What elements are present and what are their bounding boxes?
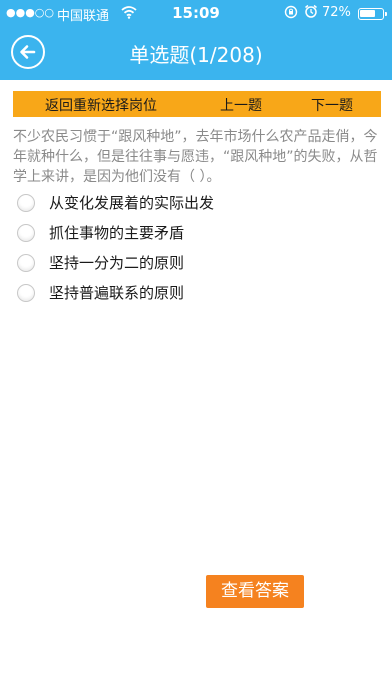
battery-level	[360, 10, 375, 17]
option-b[interactable]: 抓住事物的主要矛盾	[17, 221, 377, 245]
radio-button[interactable]	[17, 254, 35, 272]
radio-button[interactable]	[17, 194, 35, 212]
view-answer-button[interactable]: 查看答案	[206, 575, 304, 608]
reselect-position-button[interactable]: 返回重新选择岗位	[45, 95, 157, 115]
option-label: 从变化发展着的实际出发	[49, 194, 215, 212]
nav-bar: 单选题(1/208)	[0, 28, 392, 80]
radio-button[interactable]	[17, 284, 35, 302]
option-label: 坚持一分为二的原则	[49, 254, 185, 272]
question-text: 不少农民习惯于“跟风种地”，去年市场什么农产品走俏，今年就种什么，但是往往事与愿…	[13, 129, 378, 185]
option-a[interactable]: 从变化发展着的实际出发	[17, 191, 377, 215]
rotation-lock-icon	[284, 5, 298, 22]
battery-percent: 72%	[322, 5, 351, 20]
alarm-icon	[304, 4, 318, 23]
option-c[interactable]: 坚持一分为二的原则	[17, 251, 377, 275]
radio-button[interactable]	[17, 224, 35, 242]
option-d[interactable]: 坚持普遍联系的原则	[17, 281, 377, 305]
battery-icon	[358, 8, 387, 20]
option-label: 抓住事物的主要矛盾	[49, 224, 185, 242]
next-question-button[interactable]: 下一题	[311, 95, 353, 115]
action-bar: 返回重新选择岗位 上一题 下一题	[13, 91, 381, 117]
status-bar: ●●●○○ 中国联通 15:09 72%	[0, 0, 392, 28]
previous-question-button[interactable]: 上一题	[220, 95, 262, 115]
page-title: 单选题(1/208)	[129, 43, 263, 67]
option-label: 坚持普遍联系的原则	[49, 284, 185, 302]
